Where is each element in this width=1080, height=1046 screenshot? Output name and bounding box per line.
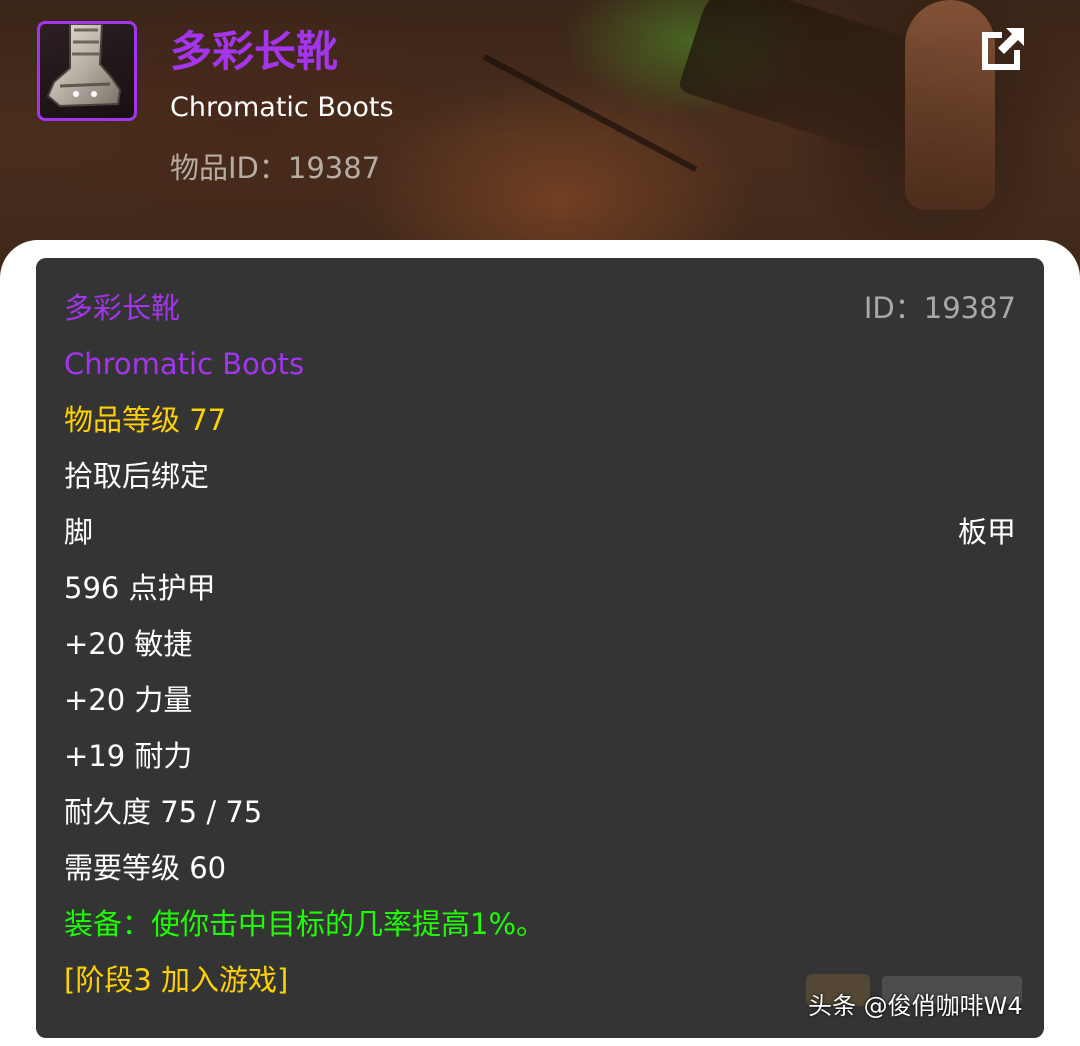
external-link-icon — [982, 28, 1024, 70]
item-id-label: 物品ID： — [170, 151, 288, 185]
tooltip-phase: [阶段3 加入游戏] — [64, 963, 289, 997]
tooltip-armor: 596 点护甲 — [64, 571, 216, 605]
tooltip-armor-type: 板甲 — [957, 515, 1016, 549]
tooltip-stat-agility: +20 敏捷 — [64, 627, 193, 661]
tooltip-slot: 脚 — [64, 515, 94, 549]
tooltip-required-level: 需要等级 60 — [64, 851, 227, 885]
tooltip-equip-effect: 装备：使你击中目标的几率提高1%。 — [64, 907, 546, 941]
tooltip-id: ID：19387 — [863, 291, 1016, 325]
item-tooltip: 多彩长靴 ID：19387 Chromatic Boots 物品等级 77 拾取… — [36, 258, 1044, 1038]
item-title-cn: 多彩长靴 — [170, 27, 339, 76]
tooltip-stat-stamina: +19 耐力 — [64, 739, 193, 773]
boot-graphic — [46, 24, 122, 108]
tooltip-durability: 耐久度 75 / 75 — [64, 795, 263, 829]
tooltip-name-en: Chromatic Boots — [64, 347, 305, 381]
external-link-button[interactable] — [978, 26, 1026, 74]
tooltip-binding: 拾取后绑定 — [64, 459, 210, 493]
item-title-en: Chromatic Boots — [170, 92, 394, 123]
tooltip-stat-strength: +20 力量 — [64, 683, 193, 717]
item-id: 物品ID：19387 — [170, 145, 380, 187]
banner-art-staff — [482, 54, 698, 172]
banner-art-tree — [677, 0, 943, 165]
plate-boot-icon — [37, 21, 137, 121]
tooltip-item-level: 物品等级 77 — [64, 403, 227, 437]
tooltip-name-cn: 多彩长靴 — [64, 291, 181, 325]
source-watermark: 头条 @俊俏咖啡W4 — [808, 992, 1023, 1020]
item-id-value: 19387 — [287, 151, 381, 185]
